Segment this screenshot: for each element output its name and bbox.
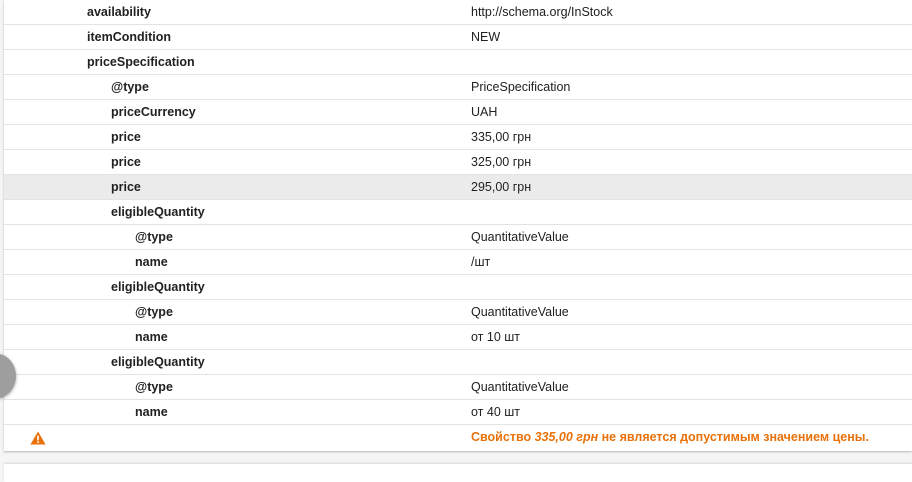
property-name: price <box>111 130 141 144</box>
property-row[interactable]: priceCurrency UAH <box>4 100 912 125</box>
property-row[interactable]: eligibleQuantity <box>4 350 912 375</box>
property-name: price <box>111 180 141 194</box>
property-row[interactable]: @type PriceSpecification <box>4 75 912 100</box>
property-name: name <box>135 330 168 344</box>
warning-row[interactable]: Свойство 335,00 грн не является допустим… <box>4 425 912 450</box>
property-row[interactable]: eligibleQuantity <box>4 275 912 300</box>
warning-suffix: не является допустимым значением цены. <box>598 430 869 444</box>
property-value: QuantitativeValue <box>471 380 569 394</box>
property-row-highlighted[interactable]: price 295,00 грн <box>4 175 912 200</box>
property-name: price <box>111 155 141 169</box>
property-name: name <box>135 255 168 269</box>
property-value: от 10 шт <box>471 330 521 344</box>
property-row[interactable]: @type QuantitativeValue <box>4 375 912 400</box>
property-row[interactable]: price 325,00 грн <box>4 150 912 175</box>
property-row[interactable]: price 335,00 грн <box>4 125 912 150</box>
property-row[interactable]: availability http://schema.org/InStock <box>4 0 912 25</box>
warning-message: Свойство 335,00 грн не является допустим… <box>471 425 869 450</box>
next-item-panel <box>4 464 912 482</box>
property-value: от 40 шт <box>471 405 521 419</box>
warning-prefix: Свойство <box>471 430 535 444</box>
property-row[interactable]: @type QuantitativeValue <box>4 225 912 250</box>
property-name: @type <box>111 80 149 94</box>
property-name: @type <box>135 380 173 394</box>
property-value: PriceSpecification <box>471 80 571 94</box>
warning-invalid-value: 335,00 грн <box>534 430 599 444</box>
property-value: 335,00 грн <box>471 130 532 144</box>
property-value: QuantitativeValue <box>471 305 569 319</box>
property-name: eligibleQuantity <box>111 355 205 369</box>
property-name: itemCondition <box>87 30 172 44</box>
property-row[interactable]: itemCondition NEW <box>4 25 912 50</box>
property-row[interactable]: name от 10 шт <box>4 325 912 350</box>
property-value: 295,00 грн <box>471 180 532 194</box>
warning-icon <box>30 431 46 445</box>
property-name: priceSpecification <box>87 55 195 69</box>
property-name: priceCurrency <box>111 105 196 119</box>
property-value: /шт <box>471 255 491 269</box>
property-value: http://schema.org/InStock <box>471 5 613 19</box>
property-name: availability <box>87 5 151 19</box>
property-value: QuantitativeValue <box>471 230 569 244</box>
property-name: @type <box>135 230 173 244</box>
property-row[interactable]: @type QuantitativeValue <box>4 300 912 325</box>
property-value: 325,00 грн <box>471 155 532 169</box>
property-row[interactable]: priceSpecification <box>4 50 912 75</box>
property-row[interactable]: name /шт <box>4 250 912 275</box>
property-row[interactable]: eligibleQuantity <box>4 200 912 225</box>
property-row[interactable]: name от 40 шт <box>4 400 912 425</box>
property-value: NEW <box>471 30 501 44</box>
property-name: eligibleQuantity <box>111 280 205 294</box>
structured-data-panel: availability http://schema.org/InStock i… <box>4 0 912 451</box>
property-name: name <box>135 405 168 419</box>
property-name: @type <box>135 305 173 319</box>
property-value: UAH <box>471 105 498 119</box>
property-name: eligibleQuantity <box>111 205 205 219</box>
